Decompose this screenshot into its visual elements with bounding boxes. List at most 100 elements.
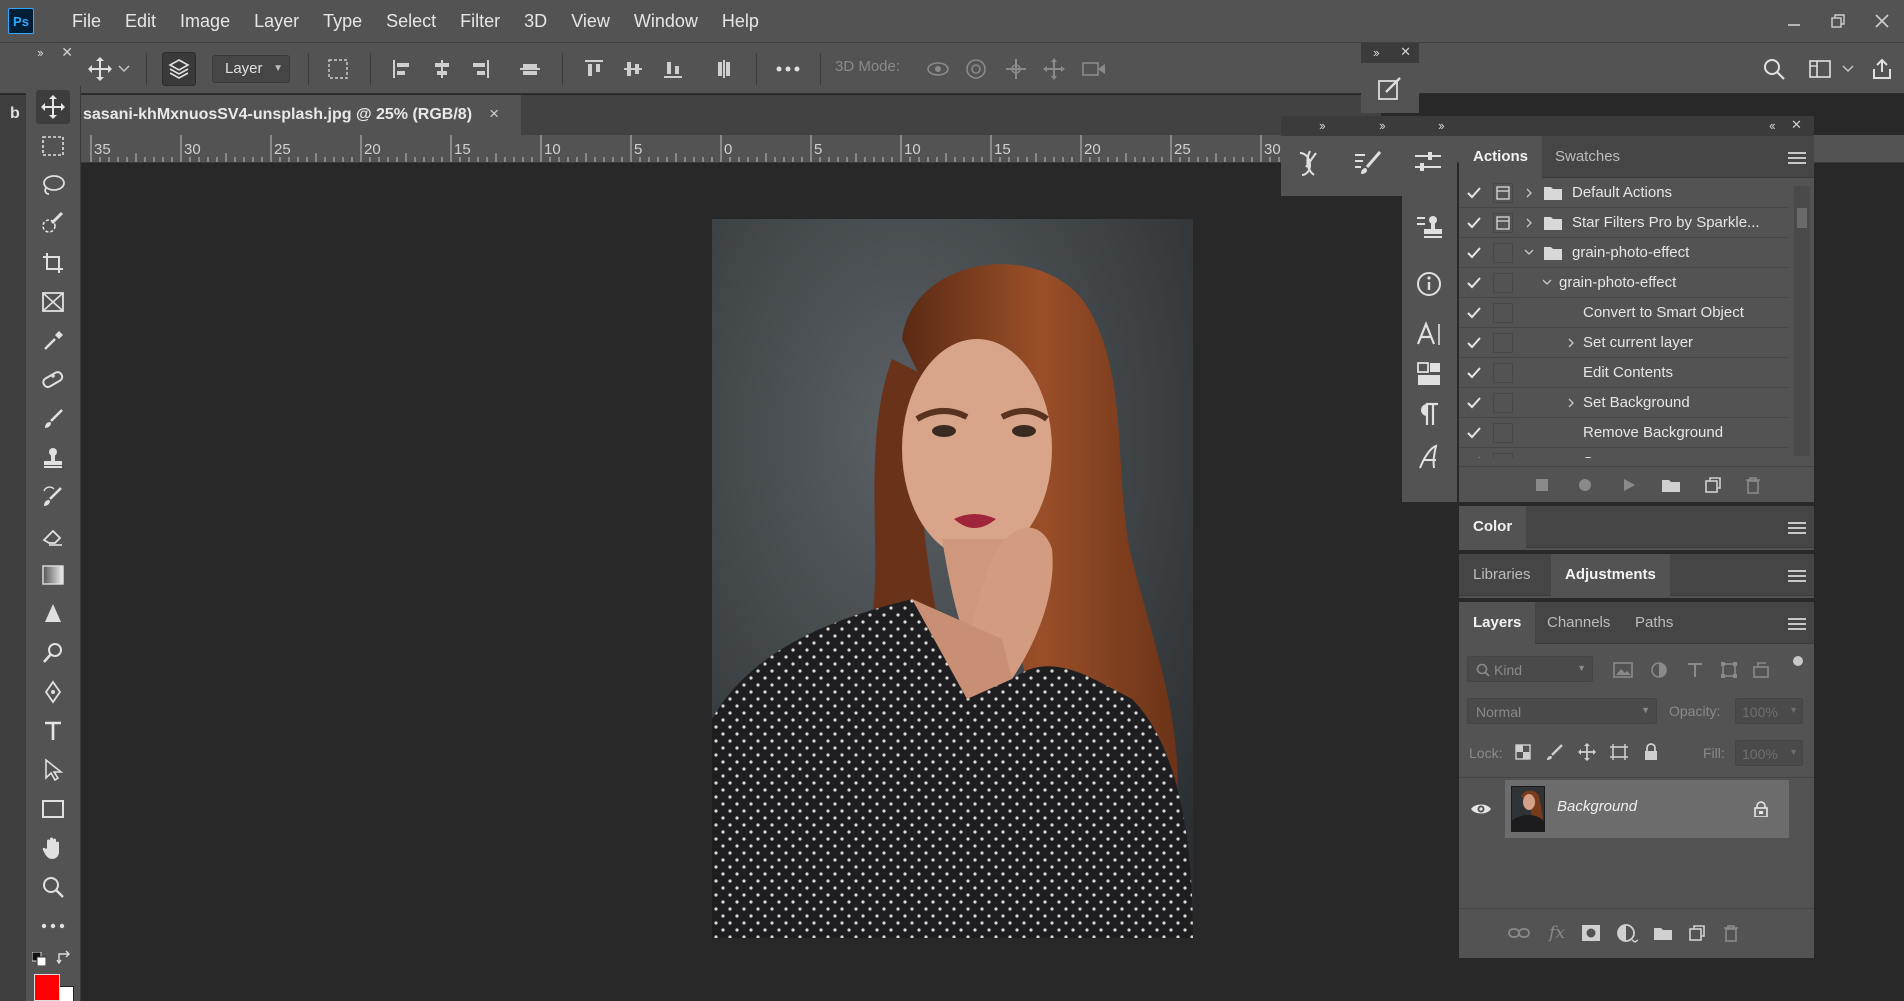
dialog-toggle-box[interactable] — [1493, 182, 1513, 203]
toggle-check-icon[interactable] — [1459, 426, 1489, 439]
play-icon[interactable] — [1617, 473, 1641, 497]
eye-visibility-icon[interactable] — [1469, 797, 1493, 821]
3d-slide-icon[interactable] — [1040, 55, 1068, 83]
panel-menu-icon[interactable] — [1788, 519, 1806, 537]
move-tool-preset-icon[interactable] — [86, 55, 114, 83]
new-action-icon[interactable] — [1701, 473, 1725, 497]
dialog-toggle-box[interactable] — [1493, 332, 1513, 353]
action-row[interactable]: Set Background — [1459, 388, 1789, 418]
toggle-check-icon[interactable] — [1459, 276, 1489, 289]
close-panel-icon[interactable]: ✕ — [1400, 44, 1411, 60]
blur-tool[interactable] — [36, 597, 70, 631]
action-row[interactable]: Set current layer — [1459, 328, 1789, 358]
distribute-horizontal-icon[interactable] — [516, 55, 544, 83]
menu-view[interactable]: View — [559, 0, 622, 42]
menu-select[interactable]: Select — [374, 0, 448, 42]
glyphs-panel-icon[interactable] — [1406, 434, 1452, 480]
chevron-right-icon[interactable] — [1563, 338, 1579, 348]
dialog-toggle-box[interactable] — [1493, 422, 1513, 443]
dodge-tool[interactable] — [36, 636, 70, 670]
brush-settings-icon[interactable] — [1345, 140, 1391, 186]
document-image[interactable] — [712, 219, 1193, 938]
menu-layer[interactable]: Layer — [242, 0, 311, 42]
other-document-tab[interactable]: b — [10, 105, 20, 123]
lock-transparency-icon[interactable] — [1511, 740, 1535, 764]
info-icon[interactable] — [1406, 261, 1452, 307]
transform-controls-icon[interactable] — [324, 55, 352, 83]
chevron-down-icon[interactable] — [116, 55, 132, 83]
record-icon[interactable] — [1573, 473, 1597, 497]
toggle-check-icon[interactable] — [1459, 366, 1489, 379]
chevron-right-icon[interactable] — [1521, 188, 1537, 198]
new-group-icon[interactable] — [1651, 921, 1675, 945]
gradient-tool[interactable] — [36, 558, 70, 592]
foreground-color-swatch[interactable] — [34, 974, 60, 1001]
healing-brush-tool[interactable] — [36, 363, 70, 397]
path-selection-tool[interactable] — [36, 753, 70, 787]
toggle-check-icon[interactable] — [1459, 186, 1489, 199]
eraser-tool[interactable] — [36, 519, 70, 553]
swap-colors-icon[interactable] — [56, 950, 72, 966]
3d-roll-icon[interactable] — [962, 55, 990, 83]
toggle-check-icon[interactable] — [1459, 336, 1489, 349]
zoom-tool[interactable] — [36, 870, 70, 904]
align-right-icon[interactable] — [466, 55, 494, 83]
menu-help[interactable]: Help — [710, 0, 771, 42]
menu-filter[interactable]: Filter — [448, 0, 512, 42]
rectangle-tool[interactable] — [36, 792, 70, 826]
chevron-right-icon[interactable] — [1521, 218, 1537, 228]
align-bottom-icon[interactable] — [659, 55, 687, 83]
close-toolbar-icon[interactable]: ✕ — [61, 44, 73, 61]
filter-pixel-icon[interactable] — [1611, 658, 1635, 682]
lock-pixels-icon[interactable] — [1543, 740, 1567, 764]
toggle-check-icon[interactable] — [1459, 456, 1489, 458]
tab-layers[interactable]: Layers — [1459, 602, 1536, 644]
panel-menu-icon[interactable] — [1788, 149, 1806, 167]
filter-type-icon[interactable] — [1683, 658, 1707, 682]
action-row[interactable]: Convert to Smart Object — [1459, 298, 1789, 328]
auto-select-target-dropdown[interactable]: Layer ▼ — [212, 55, 290, 83]
close-document-icon[interactable]: × — [489, 104, 499, 124]
action-row[interactable]: Save — [1459, 448, 1789, 458]
menu-window[interactable]: Window — [622, 0, 710, 42]
move-tool[interactable] — [36, 90, 70, 124]
chevron-down-icon[interactable] — [1539, 279, 1555, 286]
tab-swatches[interactable]: Swatches — [1541, 136, 1634, 178]
frame-tool[interactable] — [36, 285, 70, 319]
expand-dock-icon[interactable]: ›› — [1379, 118, 1386, 133]
dialog-toggle-box[interactable] — [1493, 302, 1513, 323]
lasso-tool[interactable] — [36, 168, 70, 202]
paragraph-panel-icon[interactable] — [1406, 391, 1452, 437]
3d-camera-icon[interactable] — [1080, 55, 1108, 83]
tab-actions[interactable]: Actions — [1459, 136, 1543, 178]
dialog-toggle-box[interactable] — [1493, 272, 1513, 293]
history-brush-tool[interactable] — [36, 480, 70, 514]
stop-icon[interactable] — [1530, 473, 1554, 497]
tab-paths[interactable]: Paths — [1621, 602, 1687, 644]
fill-field[interactable]: 100% ▼ — [1735, 740, 1803, 766]
opacity-field[interactable]: 100% ▼ — [1735, 698, 1803, 724]
chevron-down-icon[interactable] — [1840, 55, 1856, 83]
align-left-icon[interactable] — [388, 55, 416, 83]
lock-artboard-icon[interactable] — [1607, 740, 1631, 764]
collapse-dock-icon[interactable]: ‹‹ — [1769, 118, 1776, 133]
toggle-check-icon[interactable] — [1459, 246, 1489, 259]
layer-row[interactable]: Background — [1459, 778, 1789, 840]
distribute-vertical-icon[interactable] — [710, 55, 738, 83]
link-layers-icon[interactable] — [1507, 921, 1531, 945]
action-row[interactable]: grain-photo-effect — [1459, 268, 1789, 298]
chevron-right-icon[interactable] — [1563, 398, 1579, 408]
expand-toolbar-icon[interactable]: ›› — [37, 45, 44, 60]
menu-edit[interactable]: Edit — [113, 0, 168, 42]
restore-button[interactable] — [1816, 6, 1860, 36]
properties-panel-icon[interactable] — [1405, 140, 1451, 186]
filter-smart-object-icon[interactable] — [1749, 658, 1773, 682]
tab-libraries[interactable]: Libraries — [1459, 554, 1545, 596]
lock-position-icon[interactable] — [1575, 740, 1599, 764]
3d-orbit-icon[interactable] — [924, 55, 952, 83]
new-layer-icon[interactable] — [1685, 921, 1709, 945]
tab-adjustments[interactable]: Adjustments — [1551, 554, 1670, 596]
search-icon[interactable] — [1760, 55, 1788, 83]
expand-dock-icon[interactable]: ›› — [1319, 118, 1326, 133]
menu-type[interactable]: Type — [311, 0, 374, 42]
